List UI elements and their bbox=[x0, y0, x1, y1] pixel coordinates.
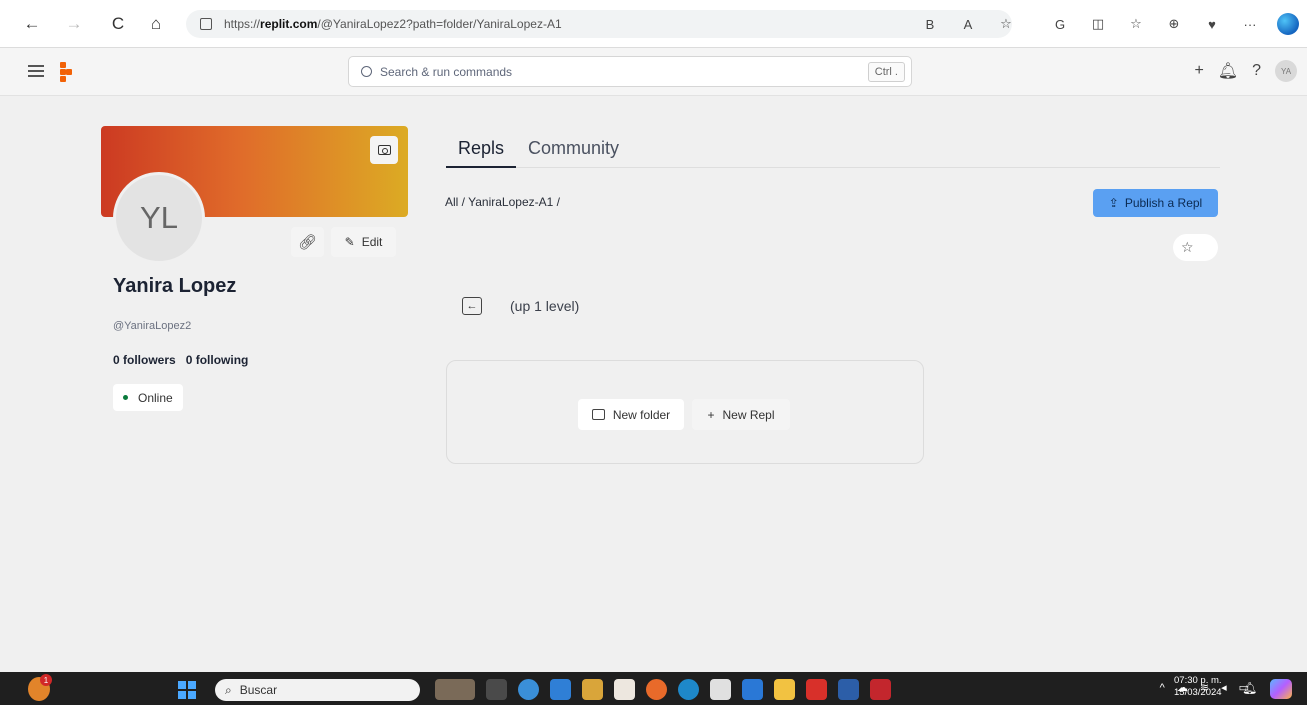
menu-icon[interactable] bbox=[28, 65, 44, 77]
more-options-icon[interactable]: ··· bbox=[1239, 13, 1261, 35]
tray-chevron-icon[interactable]: ^ bbox=[1160, 682, 1165, 694]
app-icon-4[interactable] bbox=[710, 679, 731, 700]
widget-badge: 1 bbox=[40, 674, 52, 686]
app-header: Search & run commands Ctrl . + 🔔︎ ? YA bbox=[0, 48, 1307, 96]
folder-plus-icon bbox=[591, 409, 605, 420]
clock-date: 15/03/2024 bbox=[1174, 687, 1222, 698]
app-icon-2[interactable] bbox=[550, 679, 571, 700]
star-button[interactable]: ☆ bbox=[1173, 234, 1218, 261]
online-dot-icon bbox=[123, 395, 128, 400]
taskbar-clock[interactable]: 07:30 p. m. 15/03/2024 bbox=[1174, 675, 1222, 699]
app-icon-1[interactable] bbox=[518, 679, 539, 700]
back-arrow-icon[interactable]: ← bbox=[20, 12, 44, 36]
publish-label: Publish a Repl bbox=[1124, 196, 1203, 210]
taskbar-apps bbox=[435, 679, 891, 700]
edge-copilot-icon[interactable] bbox=[1277, 13, 1299, 35]
followers-count[interactable]: 0 followers bbox=[113, 353, 176, 367]
new-folder-button[interactable]: New folder bbox=[578, 399, 684, 430]
breadcrumb[interactable]: All / YaniraLopez-A1 / bbox=[445, 195, 560, 209]
edge-icon[interactable] bbox=[678, 679, 699, 700]
publish-repl-button[interactable]: ⇪ Publish a Repl bbox=[1093, 189, 1218, 217]
word-icon[interactable] bbox=[838, 679, 859, 700]
up-one-level[interactable]: ← (up 1 level) bbox=[462, 297, 579, 315]
start-button[interactable] bbox=[178, 681, 196, 699]
split-screen-icon[interactable]: ◫ bbox=[1087, 13, 1109, 35]
edit-profile-button[interactable]: ✎ Edit bbox=[331, 227, 396, 257]
read-aloud-icon[interactable]: A bbox=[957, 13, 979, 35]
notification-bell-icon[interactable]: 🔔︎ bbox=[1242, 681, 1257, 695]
taskbar-search[interactable]: ⌕ Buscar bbox=[215, 679, 420, 701]
taskbar-search-label: Buscar bbox=[239, 683, 278, 697]
profile-name: Yanira Lopez bbox=[113, 275, 237, 297]
browser-actions: B A ☆ G ◫ ☆ ⊕ ♥ ··· bbox=[911, 10, 1307, 38]
reload-icon[interactable]: C bbox=[106, 12, 130, 36]
shortcut-hint: Ctrl . bbox=[867, 62, 905, 82]
copilot-extension-icon[interactable]: G bbox=[1049, 13, 1071, 35]
back-folder-icon: ← bbox=[462, 297, 482, 315]
profile-tabs: Repls Community bbox=[446, 133, 1220, 168]
link-icon: 🔗︎ bbox=[297, 234, 318, 251]
status-label: Online bbox=[138, 390, 173, 405]
url-text: https://replit.com/@YaniraLopez2?path=fo… bbox=[224, 17, 562, 31]
create-plus-icon[interactable]: + bbox=[1194, 62, 1203, 80]
search-input[interactable]: Search & run commands Ctrl . bbox=[348, 56, 912, 87]
new-repl-label: New Repl bbox=[722, 407, 775, 422]
mcafee-icon[interactable] bbox=[870, 679, 891, 700]
empty-folder-panel bbox=[446, 360, 924, 464]
tab-community[interactable]: Community bbox=[516, 133, 631, 168]
taskbar: 1 ⌕ Buscar ^ ☁ ≋ ◂ ▭ 07:30 p. m. 15/03/2… bbox=[0, 672, 1307, 705]
change-cover-button[interactable] bbox=[370, 136, 398, 164]
search-icon bbox=[361, 66, 372, 77]
header-actions: + 🔔︎ ? YA bbox=[1194, 60, 1297, 82]
home-icon[interactable]: ⌂ bbox=[144, 12, 168, 36]
address-bar[interactable]: https://replit.com/@YaniraLopez2?path=fo… bbox=[186, 10, 1012, 38]
task-view-icon[interactable] bbox=[486, 679, 507, 700]
help-icon[interactable]: ? bbox=[1252, 62, 1261, 80]
file-explorer-icon[interactable] bbox=[774, 679, 795, 700]
new-repl-button[interactable]: + New Repl bbox=[692, 399, 790, 430]
up-label: (up 1 level) bbox=[510, 298, 580, 314]
tab-repls[interactable]: Repls bbox=[446, 133, 517, 168]
user-avatar[interactable]: YA bbox=[1275, 60, 1297, 82]
forward-arrow-icon[interactable]: → bbox=[62, 12, 86, 36]
volume-icon[interactable]: ◂ bbox=[1221, 681, 1227, 694]
camera-icon bbox=[377, 145, 391, 155]
copilot-taskbar-icon[interactable] bbox=[1270, 679, 1292, 699]
profile-handle: @YaniraLopez2 bbox=[113, 320, 192, 332]
vscode-icon[interactable] bbox=[742, 679, 763, 700]
search-placeholder: Search & run commands bbox=[380, 64, 513, 79]
app-icon-3[interactable] bbox=[582, 679, 603, 700]
new-folder-label: New folder bbox=[612, 407, 671, 422]
favorite-star-icon[interactable]: ☆ bbox=[995, 13, 1017, 35]
status-badge: Online bbox=[113, 384, 183, 411]
pencil-icon: ✎ bbox=[344, 235, 355, 249]
clock-time: 07:30 p. m. bbox=[1174, 675, 1222, 686]
copy-link-button[interactable]: 🔗︎ bbox=[291, 227, 324, 257]
lock-icon bbox=[200, 18, 212, 30]
following-count[interactable]: 0 following bbox=[186, 353, 249, 367]
plus-icon: + bbox=[707, 407, 715, 422]
replit-logo-icon[interactable] bbox=[60, 62, 76, 82]
profile-avatar[interactable]: YL bbox=[113, 172, 205, 264]
collections-icon[interactable]: ⊕ bbox=[1163, 13, 1185, 35]
health-icon[interactable]: ♥ bbox=[1201, 13, 1223, 35]
star-icon: ☆ bbox=[1181, 239, 1194, 255]
edit-label: Edit bbox=[361, 235, 383, 249]
acrobat-icon[interactable] bbox=[806, 679, 827, 700]
browser-toolbar: ← → C ⌂ https://replit.com/@YaniraLopez2… bbox=[0, 0, 1307, 48]
reader-view-icon[interactable]: B bbox=[919, 13, 941, 35]
upload-icon: ⇪ bbox=[1108, 196, 1119, 210]
taskbar-search-icon: ⌕ bbox=[225, 682, 232, 697]
firefox-icon[interactable] bbox=[646, 679, 667, 700]
favorites-list-icon[interactable]: ☆ bbox=[1125, 13, 1147, 35]
notifications-bell-icon[interactable]: 🔔︎ bbox=[1218, 61, 1238, 81]
follow-counts: 0 followers 0 following bbox=[113, 353, 248, 367]
store-icon[interactable] bbox=[614, 679, 635, 700]
search-highlight-icon[interactable] bbox=[435, 679, 475, 700]
